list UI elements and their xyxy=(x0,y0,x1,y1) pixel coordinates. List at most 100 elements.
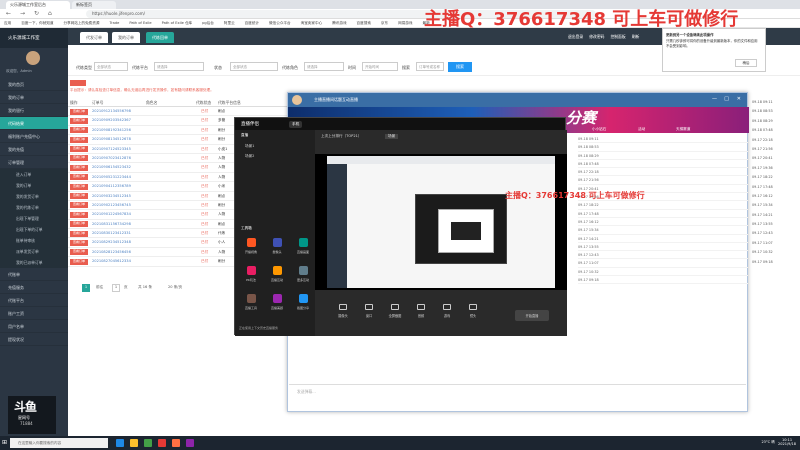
tool-item[interactable]: 开播视角 xyxy=(239,238,263,254)
list-item[interactable]: 09-17 18:22 xyxy=(578,201,748,210)
order-id[interactable]: 20210904112356789 xyxy=(92,184,131,188)
list-item[interactable]: 09-17 14:21 xyxy=(578,235,748,243)
tool-item[interactable]: PK玩法 xyxy=(239,266,263,282)
sidebar-item[interactable]: 充值服务 xyxy=(0,281,68,294)
order-id[interactable]: 20210906154523432 xyxy=(92,165,131,169)
avatar[interactable] xyxy=(26,51,40,65)
bookmark-item[interactable]: 阿里云 xyxy=(224,21,235,25)
taskview-icon[interactable] xyxy=(116,439,124,447)
sidebar-item[interactable]: 代码结果 xyxy=(0,117,68,130)
tool-button[interactable]: 游戏 xyxy=(437,304,457,318)
bookmark-item[interactable]: 分享网站上的免费资源 xyxy=(64,21,100,25)
windows-start-icon[interactable]: ⊞ xyxy=(2,439,8,447)
refresh-link[interactable]: 刷新 xyxy=(632,34,640,39)
sidebar-subitem[interactable]: 我的发货订单 xyxy=(0,191,68,202)
list-item[interactable]: 09-18 08:53 xyxy=(578,143,748,152)
sidebar-item[interactable]: 我的银行 xyxy=(0,104,68,117)
sidebar-item[interactable]: 我的充值 xyxy=(0,143,68,156)
row-action-button[interactable]: 查看订单 xyxy=(70,155,88,162)
row-action-button[interactable]: 查看订单 xyxy=(70,117,88,124)
scene-item[interactable]: 场景1 xyxy=(235,142,315,152)
tab-dispatch[interactable]: 代发订单 xyxy=(80,32,108,43)
search-button[interactable]: 搜索 xyxy=(448,62,472,72)
chrome-icon[interactable] xyxy=(144,439,152,447)
row-action-button[interactable]: 查看订单 xyxy=(70,249,88,256)
tool-button[interactable]: 摄像头 xyxy=(333,304,353,318)
list-item[interactable]: 09-17 11:07 xyxy=(578,259,748,268)
list-item[interactable]: 09-18 09:11 xyxy=(578,135,748,144)
list-item[interactable]: 09-18 07:48 xyxy=(578,160,748,169)
row-action-button[interactable]: 查看订单 xyxy=(70,108,88,115)
order-id[interactable]: 20210829234512348 xyxy=(92,240,131,244)
list-item[interactable]: 09-17 09:18 xyxy=(578,276,748,285)
tab-return-orders[interactable]: 代练回单 xyxy=(146,32,174,43)
app-icon[interactable] xyxy=(158,439,166,447)
row-action-button[interactable]: 查看订单 xyxy=(70,127,88,134)
row-action-button[interactable]: 查看订单 xyxy=(70,230,88,237)
export-button[interactable] xyxy=(70,80,86,86)
order-id[interactable]: 20210828123456456 xyxy=(92,250,131,254)
bookmark-item[interactable]: Path of Exile 仓库 xyxy=(162,21,193,25)
sidebar-item[interactable]: 用户名单 xyxy=(0,320,68,333)
row-action-button[interactable]: 查看订单 xyxy=(70,239,88,246)
row-action-button[interactable]: 查看订单 xyxy=(70,211,88,218)
weather-label[interactable]: 23°C 晴 xyxy=(761,440,774,444)
close-icon[interactable]: ✕ xyxy=(737,96,741,102)
list-item[interactable]: 09-18 08:29 xyxy=(578,152,748,160)
sidebar-subitem[interactable]: 出现下单的订单 xyxy=(0,224,68,235)
row-action-button[interactable]: 查看订单 xyxy=(70,136,88,143)
row-action-button[interactable]: 查看订单 xyxy=(70,183,88,190)
order-id[interactable]: 20210902123456745 xyxy=(92,203,131,207)
list-item[interactable]: 09-17 10:32 xyxy=(578,268,748,277)
sidebar-subitem[interactable]: 派单发货订单 xyxy=(0,246,68,257)
sidebar-item[interactable]: 提现状况 xyxy=(0,333,68,346)
tool-item[interactable]: 直播工具 xyxy=(239,294,263,310)
sidebar-subitem[interactable]: 进入订单 xyxy=(0,169,68,180)
back-icon[interactable]: ← xyxy=(6,10,11,17)
scene-tab[interactable]: 上次上分排行（TOP21） xyxy=(321,134,362,139)
file-explorer-icon[interactable] xyxy=(130,439,138,447)
sidebar-item[interactable]: 账户工资 xyxy=(0,307,68,320)
status-select[interactable]: 全部状态 xyxy=(230,62,278,71)
order-id[interactable]: 20210907124523345 xyxy=(92,147,131,151)
list-item[interactable]: 09-17 22:18 xyxy=(578,168,748,177)
maximize-icon[interactable]: □ xyxy=(724,96,729,102)
sidebar-subitem[interactable]: 我的订单 xyxy=(0,180,68,191)
bookmark-item[interactable]: 应用 xyxy=(4,21,11,25)
bookmark-item[interactable]: 京东 xyxy=(381,21,388,25)
clock-date[interactable]: 2021/9/18 xyxy=(778,442,796,446)
list-item[interactable]: 09-17 17:48 xyxy=(578,210,748,218)
bookmark-item[interactable]: Trade xyxy=(109,21,119,25)
row-action-button[interactable]: 查看订单 xyxy=(70,258,88,265)
tool-button[interactable]: 音频 xyxy=(411,304,431,318)
page-button-current[interactable]: 1 xyxy=(82,284,90,292)
order-id[interactable]: 20210905231223444 xyxy=(92,175,131,179)
sidebar-item[interactable]: 我的订单 xyxy=(0,91,68,104)
bookmark-item[interactable]: 百度一下，你就知道 xyxy=(21,21,53,25)
row-action-button[interactable]: 查看订单 xyxy=(70,174,88,181)
list-item[interactable]: 09-17 15:34 xyxy=(578,226,748,235)
list-item[interactable]: 09-17 12:43 xyxy=(578,251,748,260)
type-select[interactable]: 全部状态 xyxy=(94,62,128,71)
date-input[interactable]: 开始时间 xyxy=(362,62,398,71)
order-id[interactable]: 20210907023412876 xyxy=(92,156,131,160)
bookmark-item[interactable]: 微信公众平台 xyxy=(269,21,291,25)
sidebar-subitem[interactable]: 我的代练订单 xyxy=(0,202,68,213)
tool-item[interactable]: 更多互动 xyxy=(291,266,315,282)
sidebar-subitem[interactable]: 账单待审核 xyxy=(0,235,68,246)
tool-item[interactable]: 直播画面 xyxy=(291,238,315,254)
scene-item[interactable]: 场景2 xyxy=(235,152,315,162)
order-id[interactable]: 20210831156734298 xyxy=(92,222,131,226)
bookmark-item[interactable]: pg后台 xyxy=(202,21,214,25)
platform-select[interactable]: 请选择 xyxy=(154,62,204,71)
table-row[interactable]: 查看订单 20210912134556798 已付 刷点 xyxy=(68,107,290,117)
topnav-right-links[interactable]: 退出登录 修改密码 控制面板 刷新 xyxy=(568,34,639,40)
app-icon[interactable] xyxy=(186,439,194,447)
tool-button[interactable]: 全屏截图 xyxy=(385,304,405,318)
row-action-button[interactable]: 查看订单 xyxy=(70,221,88,228)
logout-link[interactable]: 退出登录 xyxy=(568,34,583,39)
order-id[interactable]: 20210908192341256 xyxy=(92,128,131,132)
taskbar-search-input[interactable]: 在这里输入你要搜索的内容 xyxy=(10,438,108,448)
stream-tool-icon[interactable] xyxy=(172,439,180,447)
sidebar-item[interactable]: 代账平台 xyxy=(0,294,68,307)
